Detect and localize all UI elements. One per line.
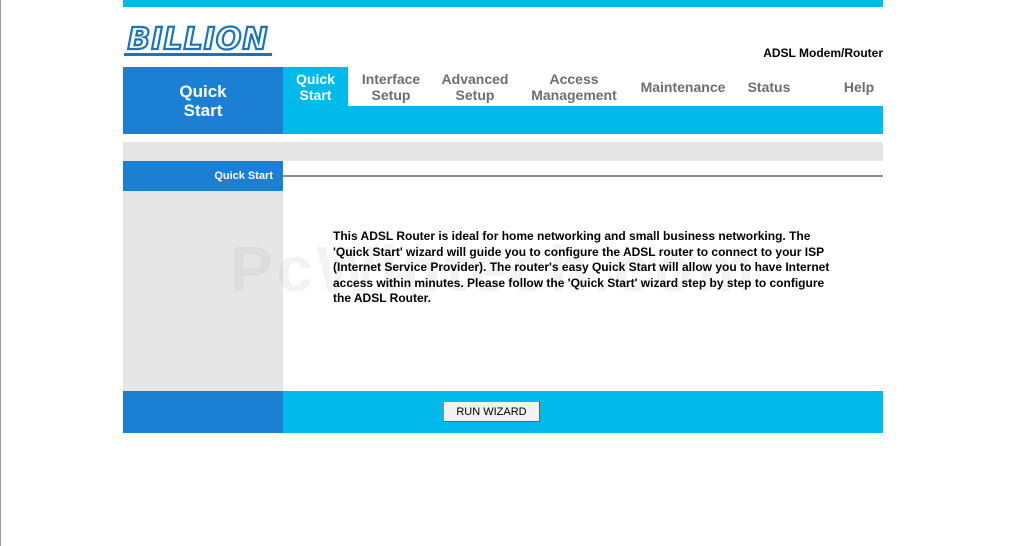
- tab-quick-start[interactable]: Quick Start: [283, 67, 348, 106]
- tab-label: Help: [843, 78, 875, 95]
- tab-label: Advanced: [441, 70, 509, 87]
- tab-label: Start: [299, 86, 332, 103]
- tab-status[interactable]: Status: [743, 67, 795, 106]
- tab-interface-setup[interactable]: Interface Setup: [353, 67, 429, 106]
- tab-label: Setup: [455, 86, 495, 103]
- tab-access-management[interactable]: Access Management: [523, 67, 625, 106]
- tab-label: Management: [531, 86, 617, 103]
- window-left-border: [0, 0, 1, 546]
- sub-menu-bar: [283, 106, 883, 134]
- intro-text: This ADSL Router is ideal for home netwo…: [333, 229, 830, 305]
- tab-label: Status: [747, 78, 791, 95]
- separator-band: [123, 142, 883, 161]
- logo-text: BILLION: [127, 22, 268, 57]
- tab-label: Maintenance: [640, 78, 726, 95]
- left-panel: [123, 191, 283, 391]
- tab-label: Setup: [371, 86, 411, 103]
- footer-bar: [283, 391, 883, 433]
- tab-label: Interface: [361, 70, 421, 87]
- footer-left: [123, 391, 283, 433]
- section-title-line1: Quick: [179, 81, 227, 101]
- product-name: ADSL Modem/Router: [763, 46, 883, 60]
- main-navigation: Quick Start Interface Setup Advanced Setup …: [283, 67, 883, 134]
- tab-advanced-setup[interactable]: Advanced Setup: [435, 67, 515, 106]
- section-label: Quick Start: [123, 161, 283, 191]
- section-title-line2: Start: [183, 100, 223, 120]
- section-divider: [283, 175, 883, 177]
- top-accent-bar: [123, 0, 883, 7]
- section-title: Quick Start: [123, 67, 283, 134]
- tab-help[interactable]: Help: [835, 67, 883, 106]
- tab-label: Access: [549, 70, 599, 87]
- tab-row: Quick Start Interface Setup Advanced Setup …: [283, 67, 883, 106]
- tab-label: Quick: [296, 70, 335, 87]
- run-wizard-button[interactable]: RUN WIZARD: [443, 401, 540, 422]
- billion-logo: BILLION: [123, 22, 273, 58]
- tab-maintenance[interactable]: Maintenance: [635, 67, 731, 106]
